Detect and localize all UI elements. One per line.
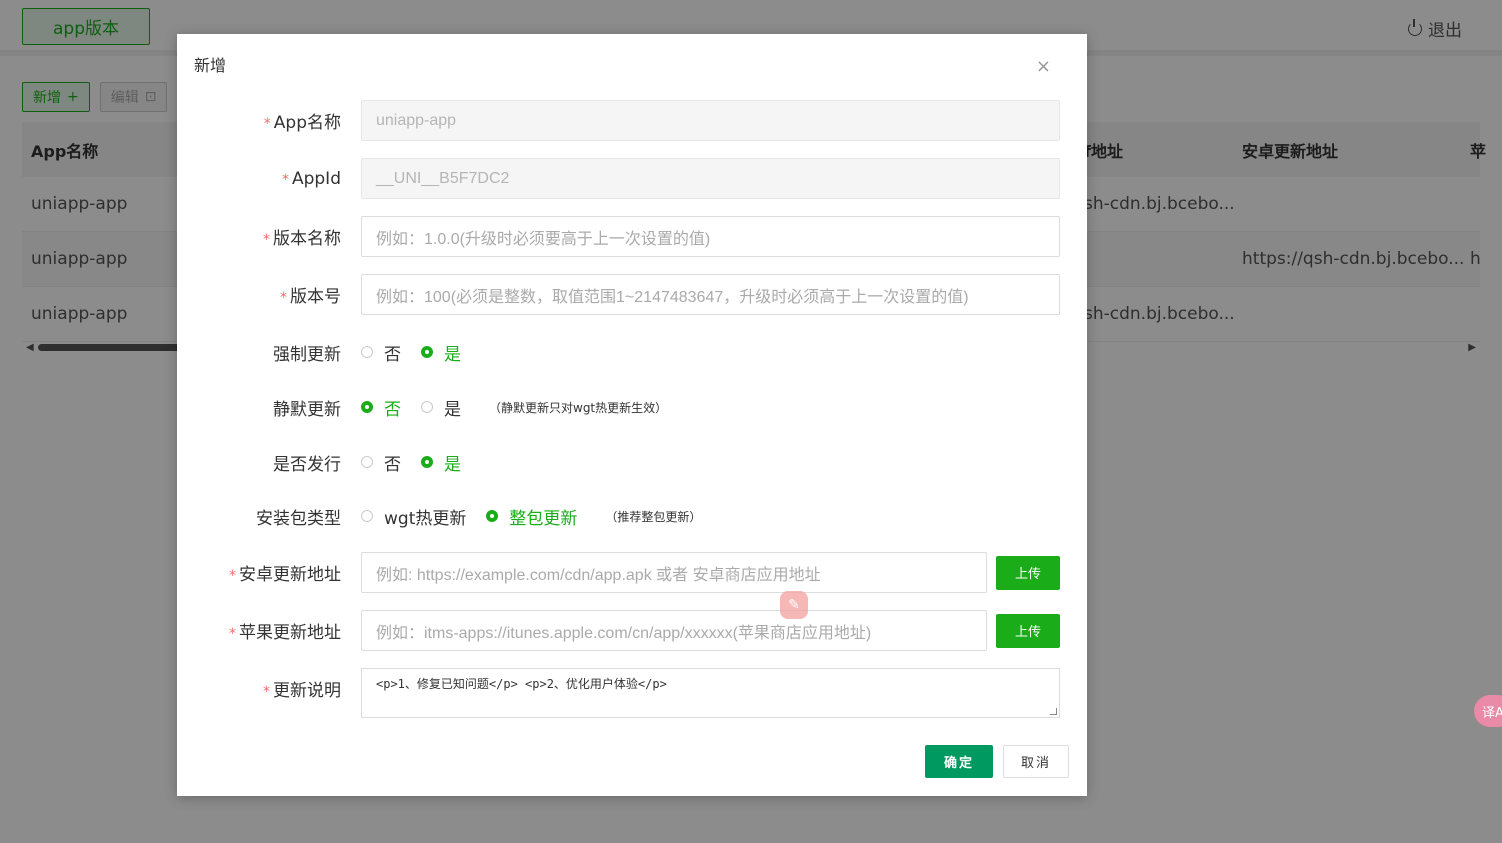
force-update-radios: 否 是 [361,340,481,365]
publish-no[interactable]: 否 [361,450,401,475]
close-icon[interactable]: × [1036,58,1051,76]
description-textarea[interactable]: <p>1、修复已知问题</p> <p>2、优化用户体验</p> [361,668,1060,718]
force-update-yes[interactable]: 是 [421,340,461,365]
version-code-label: * 版本号 [280,287,341,307]
android-url-input[interactable]: 例如: https://example.com/cdn/app.apk 或者 安… [361,552,987,593]
silent-update-radios: 否 是 （静默更新只对wgt热更新生效） [361,395,667,420]
version-code-input[interactable]: 例如：100(必须是整数，取值范围1~2147483647，升级时必须高于上一次… [361,274,1060,315]
app-name-row: * App名称 uniapp-app [177,100,1087,141]
version-name-label: * 版本名称 [263,229,341,249]
floating-pen-icon[interactable]: ✎ [780,591,808,619]
silent-update-label: 静默更新 [273,399,341,420]
silent-update-no[interactable]: 否 [361,395,401,420]
app-name-label: * App名称 [263,113,341,133]
description-label: * 更新说明 [263,681,341,701]
silent-update-row: 静默更新 否 是 （静默更新只对wgt热更新生效） [177,395,1087,420]
silent-update-yes[interactable]: 是 [421,395,461,420]
resize-handle-icon[interactable] [1050,708,1057,715]
dialog-title: 新增 [194,56,227,75]
cancel-button[interactable]: 取消 [1003,745,1069,778]
translate-float-button[interactable]: 译A [1474,695,1502,727]
package-type-hint: （推荐整包更新） [605,509,702,524]
app-name-field: uniapp-app [361,100,1060,141]
android-url-label: * 安卓更新地址 [229,565,341,585]
force-update-no[interactable]: 否 [361,340,401,365]
description-row: * 更新说明 <p>1、修复已知问题</p> <p>2、优化用户体验</p> [177,668,1087,718]
force-update-row: 强制更新 否 是 [177,340,1087,365]
android-upload-button[interactable]: 上传 [996,555,1060,590]
app-id-row: * AppId __UNI__B5F7DC2 [177,158,1087,199]
silent-update-hint: （静默更新只对wgt热更新生效） [489,400,668,415]
publish-row: 是否发行 否 是 [177,450,1087,475]
version-code-row: * 版本号 例如：100(必须是整数，取值范围1~2147483647，升级时必须… [177,274,1087,315]
package-type-full[interactable]: 整包更新 [486,504,577,529]
description-text: <p>1、修复已知问题</p> <p>2、优化用户体验</p> [376,677,667,691]
ios-url-input[interactable]: 例如：itms-apps://itunes.apple.com/cn/app/x… [361,610,987,651]
android-url-row: * 安卓更新地址 例如: https://example.com/cdn/app.… [177,552,1087,593]
version-name-input[interactable]: 例如：1.0.0(升级时必须要高于上一次设置的值) [361,216,1060,257]
force-update-label: 强制更新 [273,344,341,365]
package-type-label: 安装包类型 [256,508,341,529]
package-type-row: 安装包类型 wgt热更新 整包更新 （推荐整包更新） [177,504,1087,529]
publish-yes[interactable]: 是 [421,450,461,475]
publish-radios: 否 是 [361,450,481,475]
app-id-field: __UNI__B5F7DC2 [361,158,1060,199]
package-type-radios: wgt热更新 整包更新 （推荐整包更新） [361,504,701,529]
ios-upload-button[interactable]: 上传 [996,613,1060,648]
version-name-row: * 版本名称 例如：1.0.0(升级时必须要高于上一次设置的值) [177,216,1087,257]
add-dialog: 新增 × * App名称 uniapp-app * AppId __UNI__B5F… [177,34,1087,796]
ios-url-row: * 苹果更新地址 例如：itms-apps://itunes.apple.com/… [177,610,1087,651]
confirm-button[interactable]: 确定 [925,745,993,778]
ios-url-label: * 苹果更新地址 [229,623,341,643]
app-id-label: * AppId [281,168,341,189]
package-type-wgt[interactable]: wgt热更新 [361,504,466,529]
publish-label: 是否发行 [273,454,341,475]
